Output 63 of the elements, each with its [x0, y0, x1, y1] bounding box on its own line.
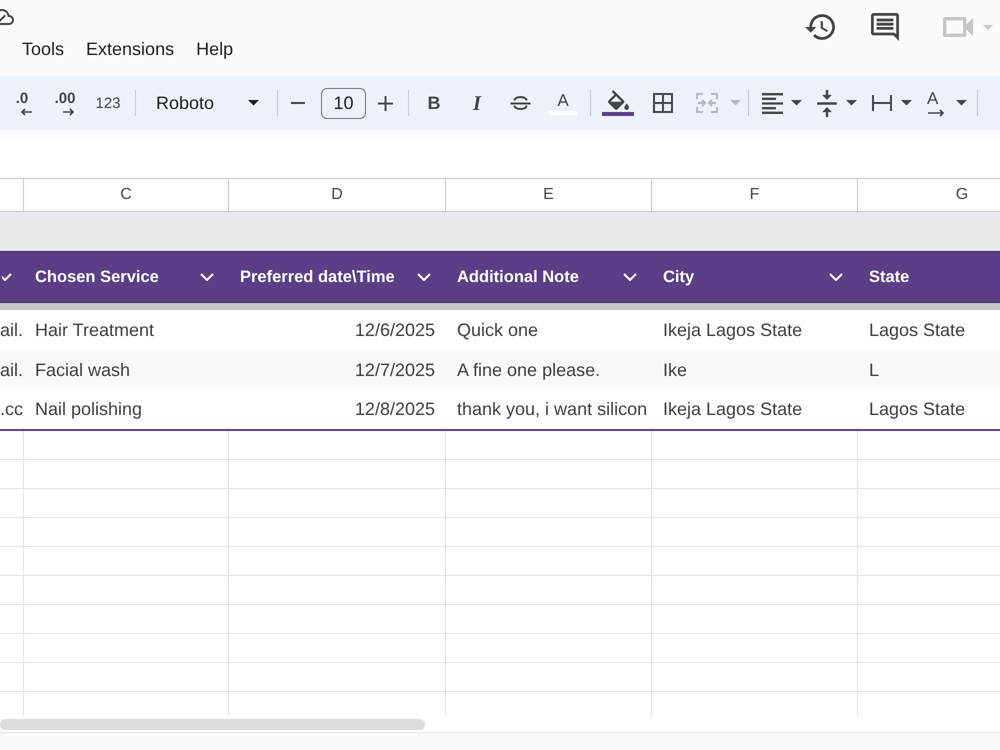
column-header[interactable]: G: [858, 179, 1000, 211]
increase-decimal-button[interactable]: .00: [47, 85, 83, 121]
table-cell-text: Lagos State: [868, 318, 966, 342]
table-cell-text: Quick one: [456, 318, 540, 342]
table-cell-text: A fine one please.: [456, 358, 602, 382]
overflow-icon[interactable]: [872, 95, 892, 111]
table-cell-text: Ikeja Lagos State: [662, 318, 804, 342]
italic-button[interactable]: I: [462, 85, 492, 121]
arrow-right-icon[interactable]: [63, 108, 75, 116]
table-cell-text: 12/8/2025: [354, 398, 436, 421]
table-cell-text: thank you, i want silicon: [456, 398, 648, 421]
caret-icon[interactable]: [956, 100, 967, 106]
table-cell-text: Ikeja Lagos State: [662, 398, 804, 421]
table-cell-text: L: [868, 358, 880, 382]
column-title: Preferred date\Time: [240, 268, 395, 286]
text-rotation-button[interactable]: A: [924, 85, 970, 121]
chevron-down-icon[interactable]: [623, 273, 637, 281]
arrow-left-icon[interactable]: [20, 108, 32, 116]
decrease-decimal-button[interactable]: .0: [4, 85, 40, 121]
caret-icon[interactable]: [846, 100, 857, 106]
caret-icon[interactable]: [791, 100, 802, 106]
table-cell-text: 12/7/2025: [354, 358, 436, 382]
table-cell-text: 12/6/2025: [354, 318, 436, 342]
column-header[interactable]: E: [446, 179, 652, 211]
column-header[interactable]: D: [229, 179, 446, 211]
caret-icon[interactable]: [248, 100, 259, 106]
strikethrough-icon[interactable]: [510, 95, 530, 111]
table-cell-text: ail.: [0, 318, 24, 342]
grid-icon[interactable]: [653, 93, 673, 113]
font-size-field[interactable]: 10: [321, 88, 366, 118]
cloud-icon: [0, 8, 14, 26]
table-cell-text: .cc: [0, 398, 24, 421]
table-cell-text: ail.: [0, 358, 24, 382]
bold-button[interactable]: B: [419, 85, 449, 121]
table-cell-text: Facial wash: [34, 358, 132, 382]
scrollbar-thumb[interactable]: [0, 718, 425, 730]
table-cell-text: Hair Treatment: [34, 318, 156, 342]
menu-item[interactable]: Extensions: [82, 38, 178, 60]
column-title: State: [869, 268, 910, 286]
column-title: Chosen Service: [35, 268, 159, 286]
chevron-down-icon[interactable]: [2, 273, 12, 281]
table-cell-text: Ike: [662, 358, 688, 382]
chevron-down-icon[interactable]: [417, 273, 431, 281]
color-swatch-icon[interactable]: [602, 112, 634, 116]
column-title: City: [663, 268, 694, 286]
paint-bucket-icon[interactable]: [608, 90, 628, 110]
vertical-align-icon[interactable]: [817, 90, 837, 116]
chevron-down-icon[interactable]: [829, 273, 843, 281]
font-dropdown[interactable]: Roboto: [145, 85, 267, 121]
table-cell-text: Nail polishing: [34, 398, 144, 421]
plus-icon[interactable]: [378, 96, 392, 110]
menu-item[interactable]: Help: [192, 38, 238, 60]
chevron-down-icon[interactable]: [200, 273, 214, 281]
number-format-button[interactable]: 123: [90, 85, 126, 121]
caret-icon[interactable]: [901, 100, 912, 106]
column-header[interactable]: C: [24, 179, 229, 211]
text-color-button[interactable]: A: [548, 85, 578, 121]
column-title: Additional Note: [457, 268, 579, 286]
table-cell-text: Lagos State: [868, 398, 966, 421]
menu-item[interactable]: Tools: [18, 38, 68, 60]
column-header[interactable]: F: [652, 179, 858, 211]
align-left-icon[interactable]: [762, 92, 783, 114]
arrow-right-icon[interactable]: [927, 108, 945, 116]
